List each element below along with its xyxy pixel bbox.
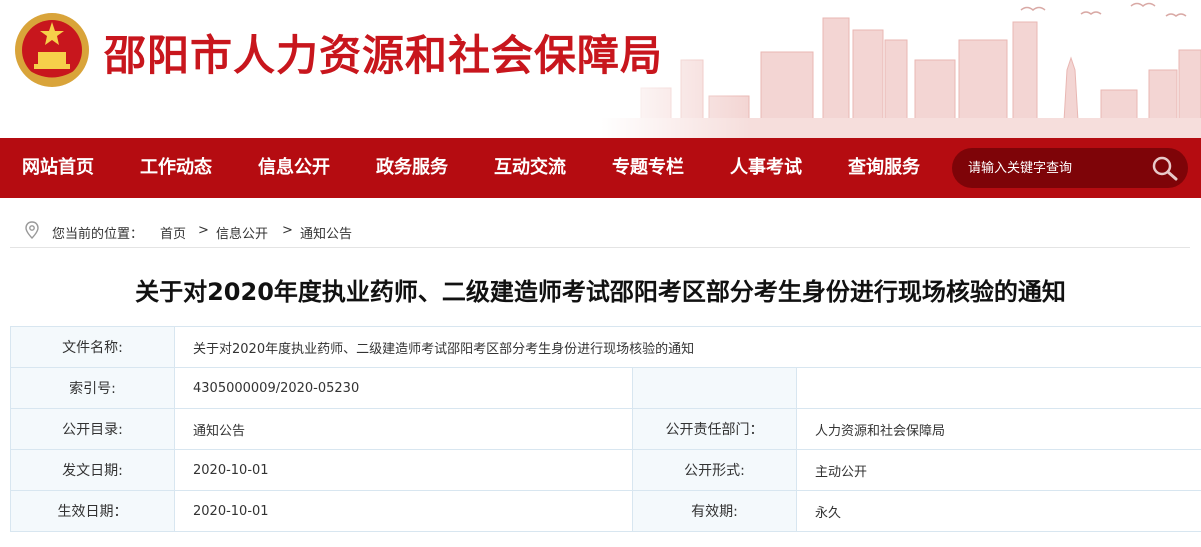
disclosure-form-value: 主动公开 [795,449,1201,491]
document-metadata-table: 文件名称: 关于对2020年度执业药师、二级建造师考试邵阳考区部分考生身份进行现… [10,326,1201,532]
dept-value: 人力资源和社会保障局 [795,408,1201,450]
index-label: 索引号: [10,367,175,409]
table-row: 文件名称: 关于对2020年度执业药师、二级建造师考试邵阳考区部分考生身份进行现… [10,326,1201,368]
nav-item-gov-services[interactable]: 政务服务 [376,138,448,198]
article-title: 关于对2020年度执业药师、二级建造师考试邵阳考区部分考生身份进行现场核验的通知 [135,278,1066,306]
nav-item-special-topics[interactable]: 专题专栏 [612,138,684,198]
national-emblem-icon [15,13,89,87]
table-row: 公开目录: 通知公告 公开责任部门： 人力资源和社会保障局 [10,408,1201,450]
search-box [952,148,1188,188]
table-row: 生效日期： 2020-10-01 有效期: 永久 [10,490,1201,532]
breadcrumb-prefix: 您当前的位置： [52,227,144,242]
file-name-value: 关于对2020年度执业药师、二级建造师考试邵阳考区部分考生身份进行现场核验的通知 [173,326,1201,368]
issue-date-label: 发文日期: [10,449,175,491]
location-pin-icon [25,221,39,239]
effective-date-label: 生效日期： [10,490,175,532]
empty-label-cell [632,367,797,409]
breadcrumb: 您当前的位置： 首页 > 信息公开 > 通知公告 [10,212,1190,248]
main-nav: 网站首页 工作动态 信息公开 政务服务 互动交流 专题专栏 人事考试 查询服务 [0,138,1201,198]
site-header: 邵阳市人力资源和社会保障局 [0,0,1201,138]
empty-value-cell [795,367,1201,409]
search-icon[interactable] [1150,154,1180,182]
search-input[interactable] [968,148,1148,188]
nav-item-work-news[interactable]: 工作动态 [140,138,212,198]
breadcrumb-home[interactable]: 首页 [160,223,186,242]
table-row: 索引号: 4305000009/2020-05230 [10,367,1201,409]
breadcrumb-separator: > [198,223,209,238]
validity-label: 有效期: [632,490,797,532]
catalog-value: 通知公告 [174,408,633,450]
file-name-label: 文件名称: [10,326,175,368]
effective-date-value: 2020-10-01 [174,490,633,532]
breadcrumb-info-disclosure[interactable]: 信息公开 [216,223,268,242]
breadcrumb-separator: > [282,223,293,238]
site-title: 邵阳市人力资源和社会保障局 [104,31,664,80]
nav-item-interaction[interactable]: 互动交流 [494,138,566,198]
nav-item-home[interactable]: 网站首页 [22,138,94,198]
table-row: 发文日期: 2020-10-01 公开形式: 主动公开 [10,449,1201,491]
validity-value: 永久 [795,490,1201,532]
nav-item-info-disclosure[interactable]: 信息公开 [258,138,330,198]
breadcrumb-notices[interactable]: 通知公告 [300,223,352,242]
nav-item-personnel-exams[interactable]: 人事考试 [730,138,802,198]
dept-label: 公开责任部门： [632,408,797,450]
issue-date-value: 2020-10-01 [174,449,633,491]
nav-item-query-services[interactable]: 查询服务 [848,138,920,198]
index-value: 4305000009/2020-05230 [174,367,633,409]
disclosure-form-label: 公开形式: [632,449,797,491]
city-skyline-illustration [601,0,1201,138]
catalog-label: 公开目录: [10,408,175,450]
